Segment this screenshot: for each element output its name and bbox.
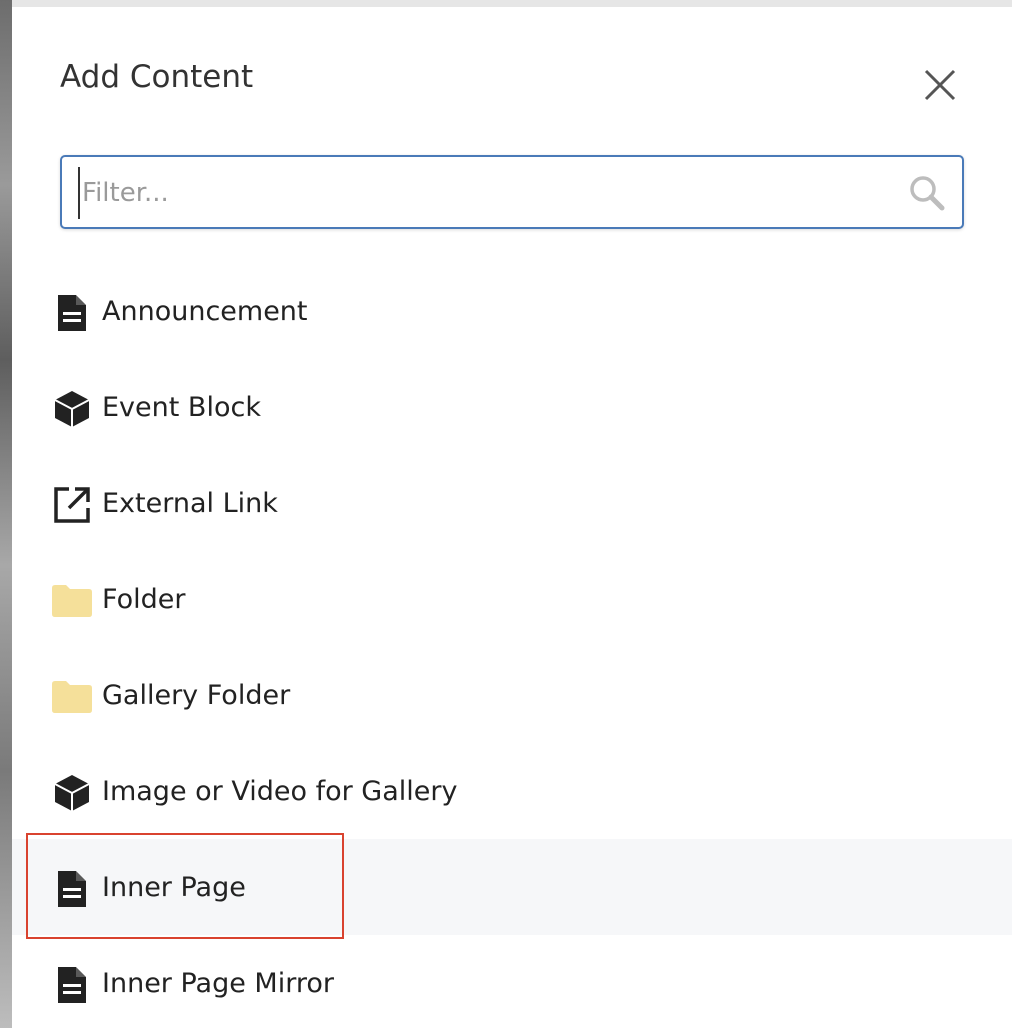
document-icon [50,963,94,1007]
filter-input[interactable] [78,167,884,219]
search-icon[interactable] [907,173,947,213]
cube-icon [50,387,94,431]
list-item-gallery-folder[interactable]: Gallery Folder [12,647,1012,743]
document-icon [50,867,94,911]
list-item-inner-page[interactable]: Inner Page [12,839,1012,935]
list-item-label: Inner Page Mirror [102,967,334,999]
list-item-label: Folder [102,583,186,615]
list-item-announcement[interactable]: Announcement [12,263,1012,359]
close-icon [924,69,956,101]
list-item-label: Event Block [102,391,261,423]
list-item-external-link[interactable]: External Link [12,455,1012,551]
content-type-list: Announcement Event Block External Link F… [12,263,1012,1031]
folder-icon [50,675,94,719]
list-item-label: Gallery Folder [102,679,291,711]
close-button[interactable] [920,65,960,105]
page-backdrop [0,0,12,1028]
dialog-title: Add Content [60,59,254,95]
list-item-label: Image or Video for Gallery [102,775,458,807]
list-item-label: External Link [102,487,278,519]
document-icon [50,291,94,335]
list-item-event-block[interactable]: Event Block [12,359,1012,455]
list-item-folder[interactable]: Folder [12,551,1012,647]
cube-icon [50,771,94,815]
list-item-image-or-video-for-gallery[interactable]: Image or Video for Gallery [12,743,1012,839]
add-content-dialog: Add Content Announcement [12,0,1012,1028]
filter-field[interactable] [60,155,964,229]
list-item-label: Announcement [102,295,308,327]
list-item-label: Inner Page [102,871,246,903]
folder-icon [50,579,94,623]
list-item-inner-page-mirror[interactable]: Inner Page Mirror [12,935,1012,1031]
external-link-icon [50,483,94,527]
